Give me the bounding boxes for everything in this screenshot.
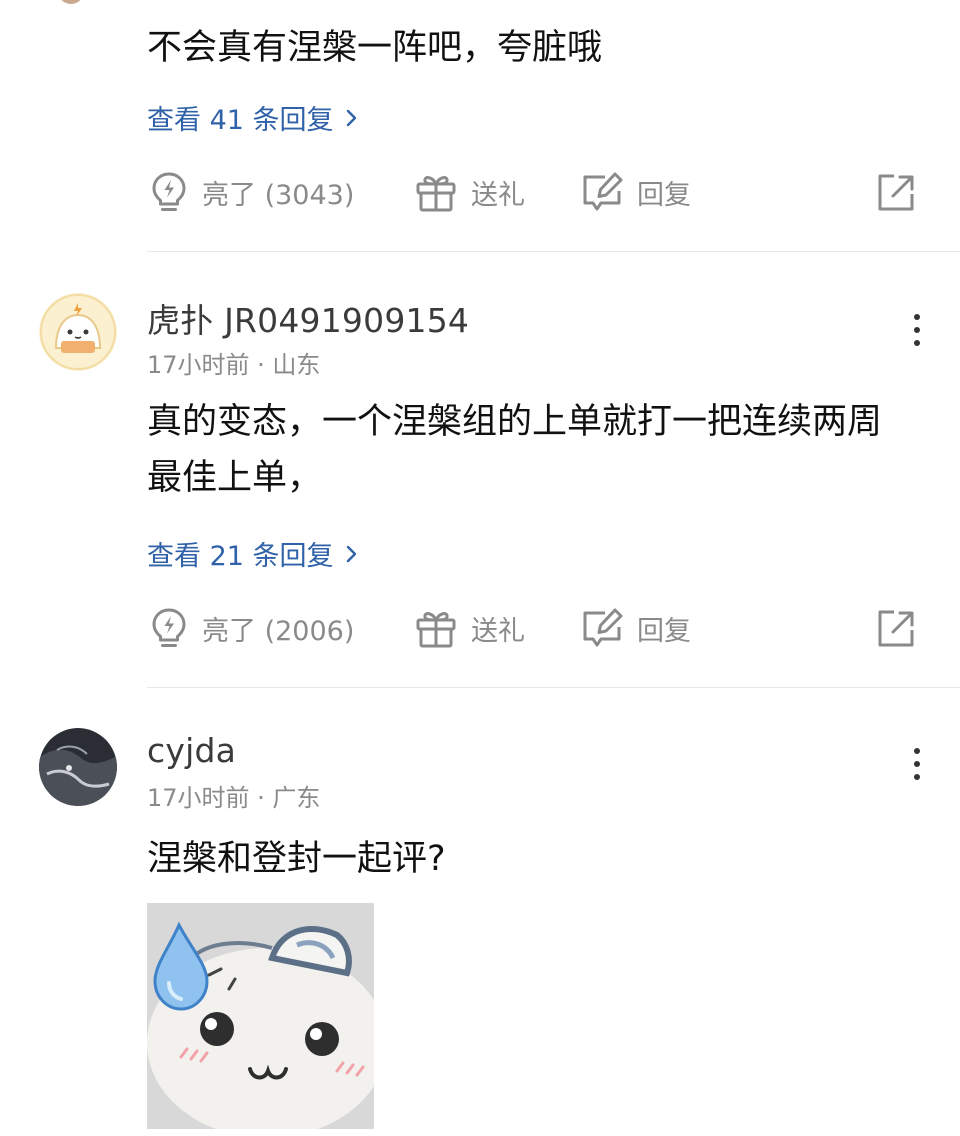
photo-avatar-icon <box>39 728 117 806</box>
share-external-icon <box>878 610 914 647</box>
edit-reply-icon <box>583 608 623 647</box>
comment-sticker-image[interactable] <box>147 903 374 1129</box>
view-replies-label: 查看 41 条回复 <box>147 105 334 136</box>
like-button[interactable]: 亮了 (2006) <box>148 602 354 654</box>
crying-cat-sticker <box>147 903 374 1129</box>
lightbulb-lightning-icon <box>152 172 186 211</box>
comment-item: 虎扑 JR0491909154 17小时前 · 山东 真的变态，一个涅槃组的上单… <box>0 252 960 688</box>
comment-body: 涅槃和登封一起评? <box>147 839 446 879</box>
chevron-right-icon <box>346 109 356 126</box>
chevron-right-icon <box>346 545 356 562</box>
username[interactable]: cyjda <box>147 731 236 770</box>
reply-label: 回复 <box>637 615 691 647</box>
share-button[interactable] <box>874 166 918 218</box>
more-vertical-icon[interactable] <box>912 314 922 346</box>
view-replies-link[interactable]: 查看 41 条回复 <box>147 98 360 137</box>
comment-actions: 亮了 (2006) 送礼 回复 <box>0 602 960 654</box>
like-label: 亮了 (2006) <box>202 615 355 647</box>
gift-label: 送礼 <box>471 179 525 211</box>
comment-meta: 17小时前 · 山东 <box>147 351 321 379</box>
avatar[interactable] <box>39 293 117 371</box>
view-replies-link[interactable]: 查看 21 条回复 <box>147 534 360 573</box>
view-replies-label: 查看 21 条回复 <box>147 541 334 572</box>
gift-icon <box>416 612 456 648</box>
comment-body: 不会真有涅槃一阵吧，夸脏哦 <box>147 28 603 68</box>
cartoon-avatar-icon <box>39 293 117 371</box>
like-label: 亮了 (3043) <box>202 179 355 211</box>
share-button[interactable] <box>874 602 918 654</box>
gift-button[interactable]: 送礼 <box>413 166 525 218</box>
gift-label: 送礼 <box>471 615 525 647</box>
comment-feed: 不会真有涅槃一阵吧，夸脏哦 查看 41 条回复 亮了 (3043) 送礼 回复 … <box>0 0 960 1136</box>
reply-label: 回复 <box>637 179 691 211</box>
share-external-icon <box>878 174 914 211</box>
reply-button[interactable]: 回复 <box>579 166 691 218</box>
username[interactable]: 虎扑 JR0491909154 <box>147 294 469 342</box>
like-button[interactable]: 亮了 (3043) <box>148 166 354 218</box>
lightbulb-lightning-icon <box>152 608 186 647</box>
edit-reply-icon <box>583 172 623 211</box>
more-vertical-icon[interactable] <box>912 748 922 780</box>
comment-actions: 亮了 (3043) 送礼 回复 <box>0 166 960 218</box>
gift-icon <box>416 176 456 212</box>
avatar[interactable] <box>39 728 117 806</box>
gift-button[interactable]: 送礼 <box>413 602 525 654</box>
comment-item: 不会真有涅槃一阵吧，夸脏哦 查看 41 条回复 亮了 (3043) 送礼 回复 <box>0 0 960 252</box>
comment-item: cyjda 17小时前 · 广东 涅槃和登封一起评? <box>0 688 960 1136</box>
comment-meta: 17小时前 · 广东 <box>147 784 321 812</box>
comment-body: 真的变态，一个涅槃组的上单就打一把连续两周最佳上单， <box>147 402 883 498</box>
reply-button[interactable]: 回复 <box>579 602 691 654</box>
